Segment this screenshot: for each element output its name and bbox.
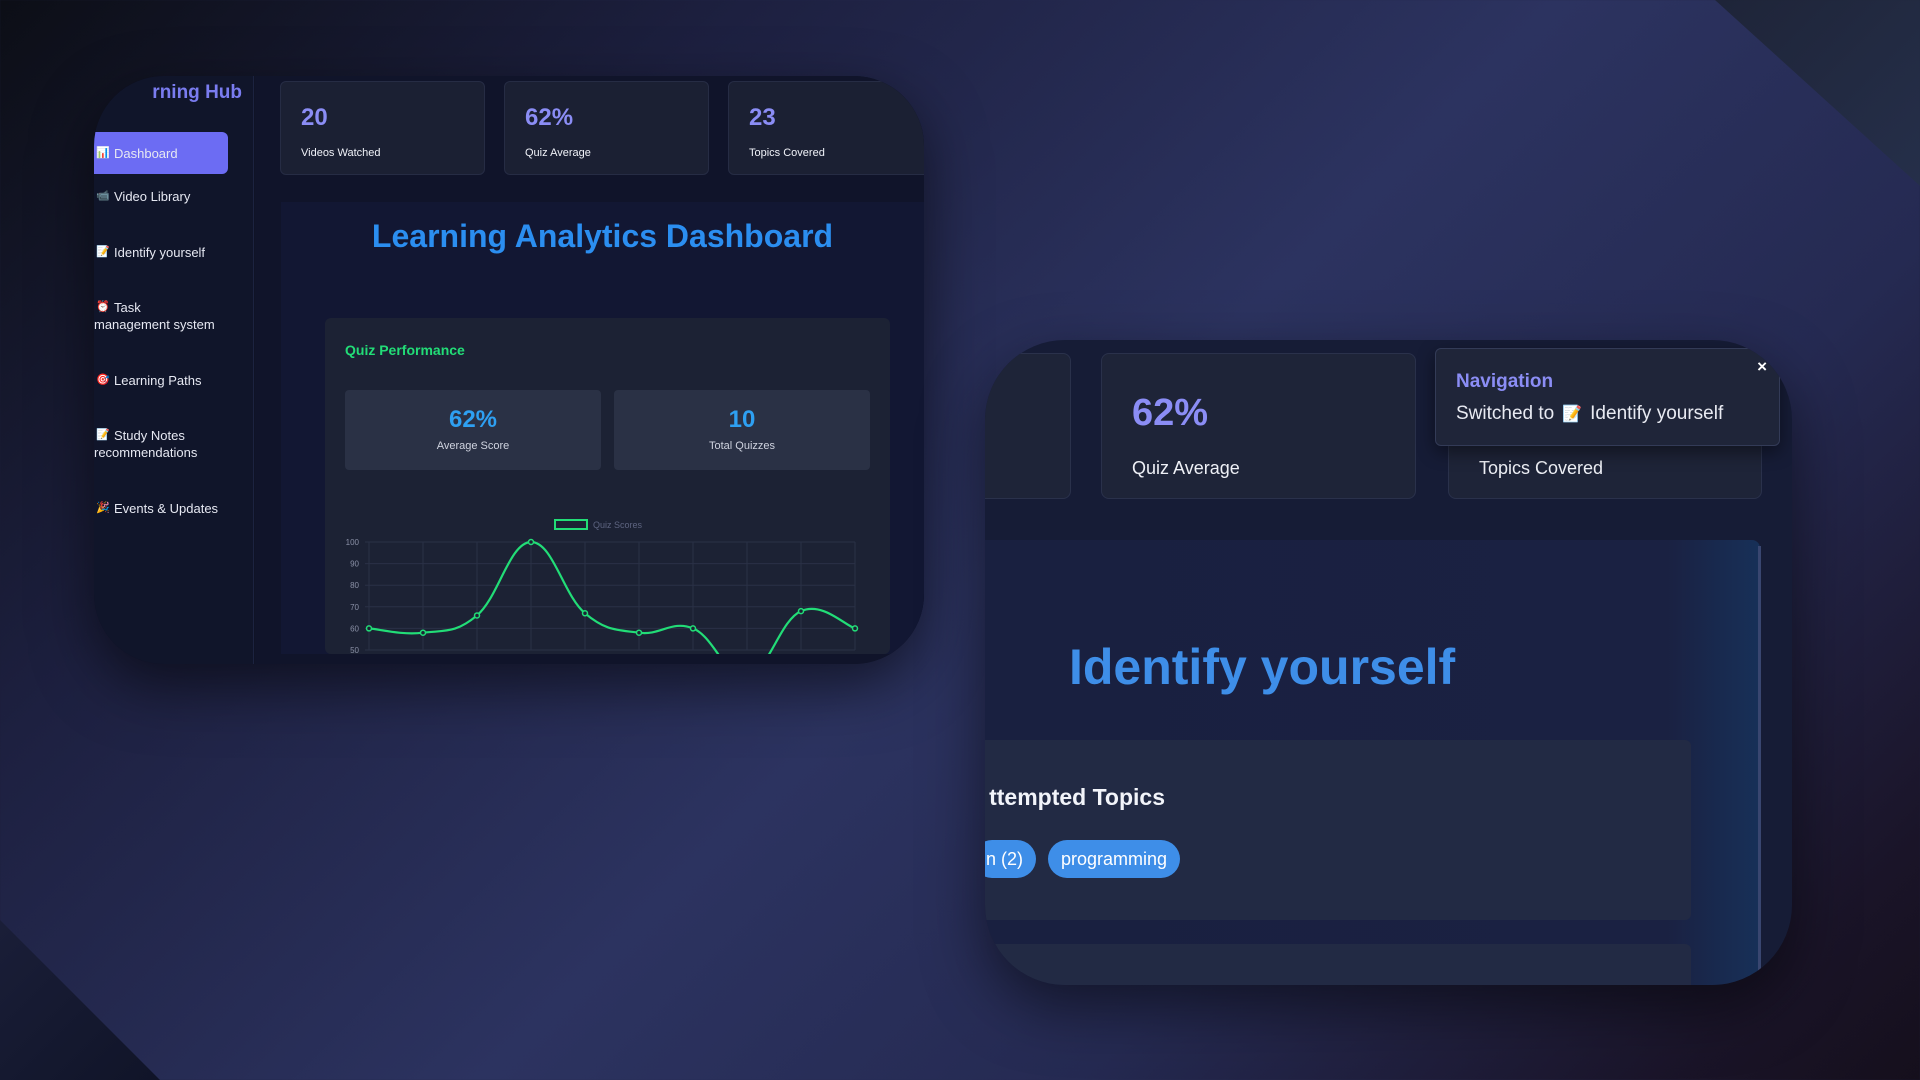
topic-tag[interactable]: n (2)	[985, 840, 1036, 878]
close-icon[interactable]: ×	[1757, 357, 1767, 377]
data-point	[581, 610, 589, 617]
toast-message-text: Switched to	[1456, 403, 1555, 424]
attempted-topics-card: ttempted Topics n (2) programming	[985, 740, 1691, 920]
stat-label: Videos Watched	[301, 147, 381, 159]
video-icon: 📹	[96, 190, 110, 202]
series-line-quiz-scores	[368, 540, 856, 654]
data-point	[797, 607, 805, 615]
average-score-tile: 62% Average Score	[345, 390, 601, 470]
page-title: Learning Analytics Dashboard	[371, 218, 834, 254]
sidebar-item-label-line2: recommendations	[94, 445, 198, 460]
sidebar-item-label-line1: Task	[114, 300, 141, 315]
data-point	[365, 625, 373, 632]
sidebar-item-dashboard[interactable]: 📊 Dashboard	[94, 132, 228, 174]
quiz-scores-chart: 100 90 80 70 60 50 Quiz Scores	[346, 519, 859, 654]
sidebar: rning Hub 📊 Dashboard 📹 Video Library 📝 …	[94, 76, 254, 664]
navigation-toast: Navigation Switched to 📝 Identify yourse…	[1435, 348, 1780, 446]
stat-value: 62%	[1132, 392, 1209, 434]
page-title: Identify yourself	[1069, 639, 1456, 695]
legend-label: Quiz Scores	[593, 520, 643, 530]
stat-card-quiz-average: 62% Quiz Average	[504, 81, 709, 175]
data-point	[419, 629, 427, 636]
identify-panel: Identify yourself ttempted Topics n (2) …	[985, 540, 1760, 985]
toast-message: Switched to 📝 Identify yourself	[1456, 403, 1723, 425]
target-icon: 🎯	[96, 374, 110, 386]
stat-value: 62%	[525, 104, 574, 131]
sidebar-item-label-line2: management system	[94, 317, 215, 332]
stat-value: 23	[749, 104, 776, 131]
y-tick-label: 90	[350, 560, 359, 569]
section-title: Quiz Performance	[345, 342, 465, 358]
background-shape	[0, 920, 160, 1080]
average-score-label: Average Score	[436, 440, 510, 452]
analytics-panel: Learning Analytics Dashboard Quiz Perfor…	[281, 202, 924, 654]
sidebar-item-study-notes[interactable]: 📝 Study Notes recommendations	[94, 427, 228, 461]
legend-swatch	[554, 519, 588, 530]
party-icon: 🎉	[96, 502, 110, 514]
sidebar-item-label: Study Notes recommendations	[94, 427, 197, 461]
section-title: ttempted Topics	[985, 784, 1185, 814]
sidebar-item-label: Video Library	[114, 189, 191, 204]
scrollbar[interactable]	[1758, 546, 1761, 984]
stat-card-topics: 23 Topics Covered	[728, 81, 924, 175]
sidebar-item-label-line1: Study Notes	[114, 428, 185, 443]
stat-label: Quiz Average	[1132, 458, 1240, 478]
stat-label: Quiz Average	[525, 147, 591, 159]
y-tick-label: 60	[350, 624, 359, 633]
next-section-card	[985, 944, 1691, 985]
y-tick-label: 50	[350, 646, 359, 654]
memo-icon: 📝	[1562, 406, 1583, 423]
sidebar-item-label: Learning Paths	[114, 373, 202, 388]
stat-card-videos: 20 Videos Watched	[280, 81, 485, 175]
background-shape	[1715, 0, 1920, 200]
sidebar-item-video-library[interactable]: 📹 Video Library	[94, 188, 228, 205]
sidebar-item-label: Events & Updates	[114, 501, 219, 516]
data-point	[689, 625, 697, 632]
dashboard-screenshot-card: rning Hub 📊 Dashboard 📹 Video Library 📝 …	[94, 76, 924, 664]
stat-label: Topics Covered	[1479, 458, 1604, 478]
data-point	[473, 612, 481, 619]
data-point	[851, 625, 859, 632]
y-tick-label: 100	[346, 538, 360, 547]
sidebar-item-label: Task management system	[94, 299, 215, 333]
sidebar-item-identify-yourself[interactable]: 📝 Identify yourself	[94, 244, 228, 261]
topic-tag-clip: n (2)	[985, 840, 1036, 878]
bar-chart-icon: 📊	[96, 146, 110, 159]
memo-icon: 📝	[96, 429, 110, 441]
total-quizzes-tile: 10 Total Quizzes	[614, 390, 870, 470]
total-quizzes-value: 10	[728, 406, 756, 433]
toast-target: Identify yourself	[1590, 403, 1724, 424]
section-title-text: ttempted Topics	[989, 784, 1165, 810]
sidebar-item-label: Identify yourself	[114, 245, 206, 260]
stat-value: 20	[301, 104, 328, 131]
identify-yourself-screenshot-card: 62% Quiz Average Topics Covered Navigati…	[985, 340, 1792, 985]
sidebar-item-events[interactable]: 🎉 Events & Updates	[94, 500, 228, 517]
sidebar-item-learning-paths[interactable]: 🎯 Learning Paths	[94, 372, 228, 389]
data-point	[527, 538, 535, 546]
y-tick-label: 70	[350, 603, 359, 612]
alarm-icon: ⏰	[96, 301, 110, 313]
average-score-value: 62%	[448, 406, 498, 433]
stat-card-partial	[985, 353, 1071, 499]
quiz-performance-card: Quiz Performance 62% Average Score 10 To…	[325, 318, 890, 654]
main-content: 20 Videos Watched 62% Quiz Average 23 To…	[255, 76, 924, 664]
sidebar-item-task-management[interactable]: ⏰ Task management system	[94, 299, 228, 333]
stat-label: Topics Covered	[749, 147, 825, 159]
app-brand: rning Hub	[94, 82, 244, 110]
data-point	[635, 629, 643, 636]
memo-icon: 📝	[96, 246, 110, 258]
stat-card-quiz-average: 62% Quiz Average	[1101, 353, 1416, 499]
topic-tag-programming[interactable]: programming	[1048, 840, 1181, 878]
sidebar-item-label: Dashboard	[114, 145, 178, 161]
y-tick-label: 80	[350, 581, 359, 590]
toast-title: Navigation	[1456, 371, 1554, 392]
total-quizzes-label: Total Quizzes	[708, 440, 776, 452]
brand-title: rning Hub	[152, 82, 242, 103]
